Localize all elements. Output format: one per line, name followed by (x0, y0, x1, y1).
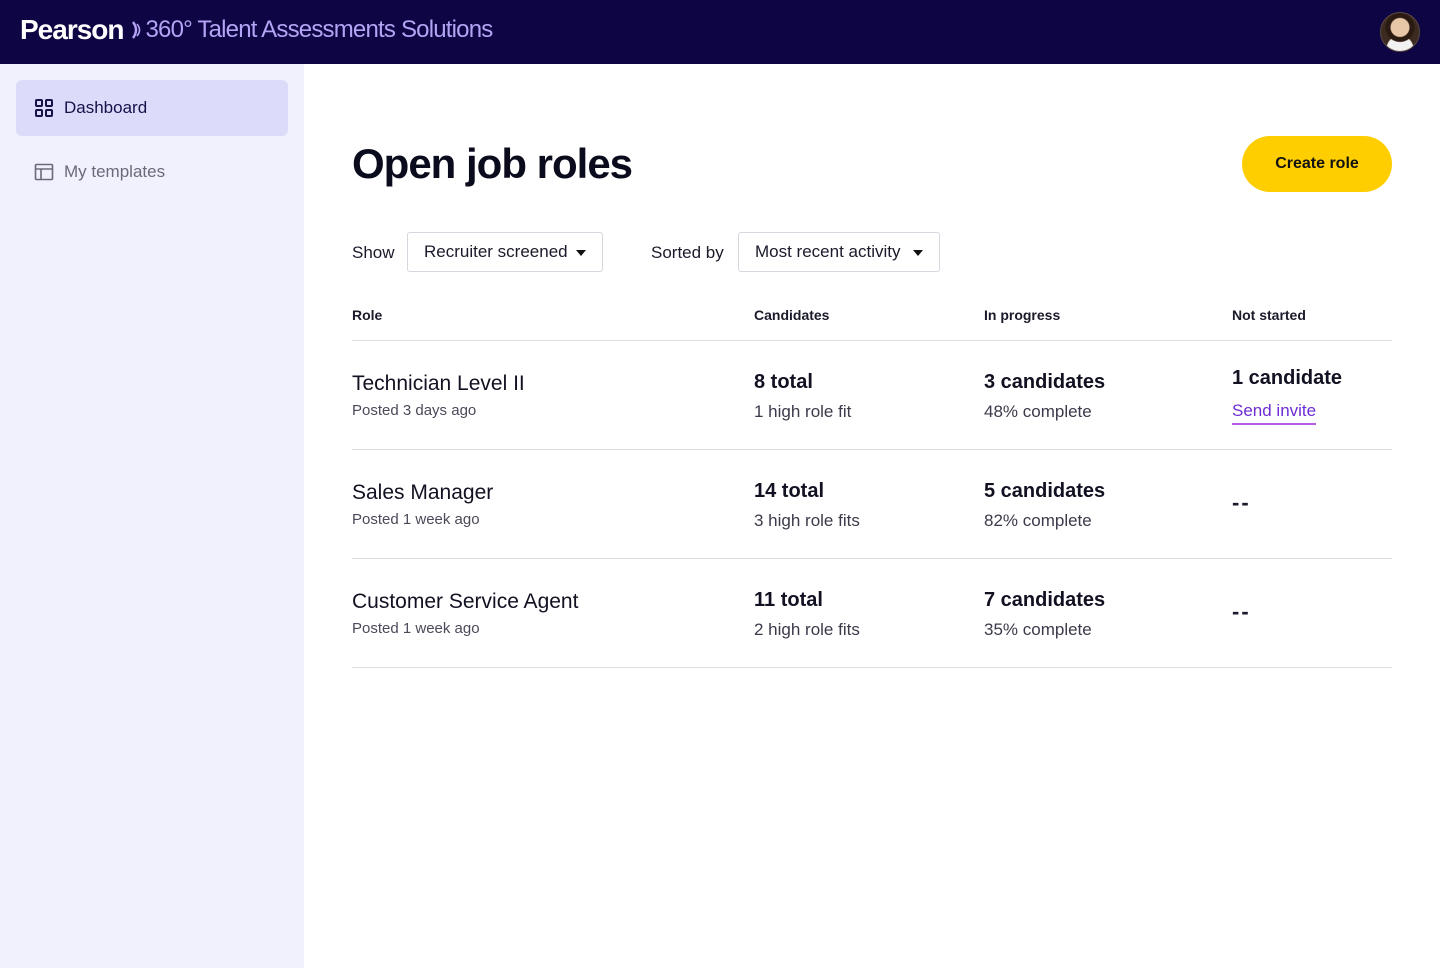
candidates-total: 8 total (754, 371, 813, 393)
sidebar-item-label: My templates (64, 162, 166, 181)
brand-mark-icon (131, 21, 140, 39)
candidates-fit: 2 high role fits (754, 620, 860, 639)
sidebar-item-label: Dashboard (64, 98, 148, 117)
template-icon (34, 163, 54, 181)
candidates-fit: 1 high role fit (754, 402, 852, 421)
not-started-empty: -- (1232, 490, 1251, 515)
sidebar: Dashboard My templates (0, 64, 304, 968)
show-label: Show (352, 243, 395, 262)
sort-select[interactable]: Most recent activity (738, 232, 940, 272)
brand[interactable]: Pearson 360° Talent Assessments Solution… (20, 14, 494, 46)
grid-icon (35, 99, 53, 117)
sort-label: Sorted by (651, 243, 724, 262)
show-filter-value: Recruiter screened (424, 242, 568, 261)
not-started-count: 1 candidate (1232, 367, 1343, 389)
in-progress-percent: 35% complete (984, 620, 1092, 639)
brand-name: Pearson (20, 14, 124, 45)
top-bar: Pearson 360° Talent Assessments Solution… (0, 0, 1440, 64)
role-posted: Posted 1 week ago (352, 620, 480, 637)
column-header-in-progress: In progress (984, 307, 1061, 323)
in-progress-percent: 48% complete (984, 402, 1092, 421)
role-posted: Posted 3 days ago (352, 402, 477, 419)
product-name: 360° Talent Assessments Solutions (145, 16, 494, 43)
show-filter-select[interactable]: Recruiter screened (407, 232, 603, 272)
user-avatar[interactable] (1380, 12, 1420, 52)
in-progress-count: 5 candidates (984, 480, 1106, 502)
caret-down-icon (576, 250, 586, 256)
not-started-empty: -- (1232, 599, 1251, 624)
send-invite-link[interactable]: Send invite (1232, 401, 1317, 425)
role-name[interactable]: Sales Manager (352, 481, 493, 505)
table-row[interactable]: Sales Manager Posted 1 week ago 14 total… (352, 450, 1392, 558)
role-posted: Posted 1 week ago (352, 511, 480, 528)
in-progress-count: 3 candidates (984, 371, 1106, 393)
role-name[interactable]: Customer Service Agent (352, 590, 578, 614)
column-header-role: Role (352, 307, 383, 323)
create-role-button[interactable]: Create role (1242, 136, 1392, 192)
candidates-total: 11 total (754, 589, 823, 611)
sidebar-item-dashboard[interactable]: Dashboard (16, 80, 288, 136)
table-row[interactable]: Customer Service Agent Posted 1 week ago… (352, 559, 1392, 667)
sort-value: Most recent activity (755, 242, 901, 261)
candidates-total: 14 total (754, 480, 825, 502)
divider (352, 667, 1392, 668)
page-title: Open job roles (352, 140, 633, 187)
sidebar-item-my-templates[interactable]: My templates (16, 144, 288, 200)
role-name[interactable]: Technician Level II (352, 372, 525, 396)
column-header-candidates: Candidates (754, 307, 830, 323)
in-progress-percent: 82% complete (984, 511, 1092, 530)
candidates-fit: 3 high role fits (754, 511, 860, 530)
caret-down-icon (913, 250, 923, 256)
in-progress-count: 7 candidates (984, 589, 1106, 611)
table-row[interactable]: Technician Level II Posted 3 days ago 8 … (352, 341, 1392, 449)
column-header-not-started: Not started (1232, 307, 1306, 323)
